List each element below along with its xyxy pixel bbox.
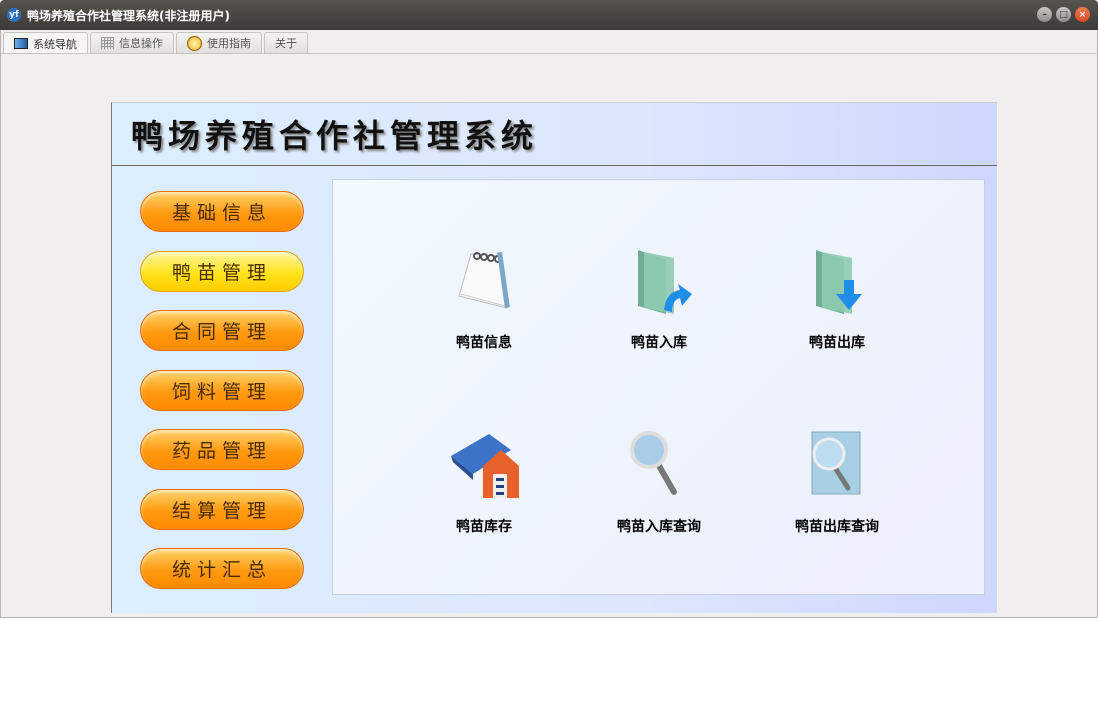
folder-in-icon	[638, 250, 692, 314]
nav-button-medicine[interactable]: 药品管理	[140, 429, 304, 470]
folder-out-icon	[816, 250, 862, 314]
nav-button-contract[interactable]: 合同管理	[140, 310, 304, 351]
minimize-button[interactable]: –	[1037, 7, 1052, 22]
action-duckling-in[interactable]: 鸭苗入库	[579, 246, 739, 352]
tab-guide[interactable]: 使用指南	[176, 32, 262, 53]
action-duckling-stock[interactable]: 鸭苗库存	[404, 430, 564, 536]
maximize-button[interactable]: □	[1056, 7, 1071, 22]
action-duckling-out-query[interactable]: 鸭苗出库查询	[757, 430, 917, 536]
tab-bar: 系统导航 信息操作 使用指南 关于	[3, 32, 308, 54]
nav-button-feed[interactable]: 饲料管理	[140, 370, 304, 411]
title-bar: yf 鸭场养殖合作社管理系统(非注册用户) – □ ×	[0, 0, 1098, 30]
notepad-icon	[458, 251, 510, 309]
tab-label: 系统导航	[33, 37, 77, 51]
action-duckling-out[interactable]: 鸭苗出库	[757, 246, 917, 352]
action-label: 鸭苗入库	[631, 335, 687, 351]
app-icon: yf	[7, 8, 21, 22]
grid-icon	[101, 37, 114, 49]
help-icon	[187, 35, 202, 51]
nav-button-settlement[interactable]: 结算管理	[140, 489, 304, 530]
window-title: 鸭场养殖合作社管理系统(非注册用户)	[27, 8, 230, 23]
action-duckling-in-query[interactable]: 鸭苗入库查询	[579, 430, 739, 536]
action-label: 鸭苗出库	[809, 335, 865, 351]
tab-label: 信息操作	[119, 37, 163, 50]
action-label: 鸭苗入库查询	[617, 519, 701, 535]
tab-info-ops[interactable]: 信息操作	[90, 32, 174, 53]
action-label: 鸭苗出库查询	[795, 519, 879, 535]
magnifier-icon	[630, 431, 677, 495]
nav-button-statistics[interactable]: 统计汇总	[140, 548, 304, 589]
tab-about[interactable]: 关于	[264, 32, 308, 53]
nav-panel: 鸭场养殖合作社管理系统 基础信息 鸭苗管理 合同管理 饲料管理 药品管理 结算管…	[111, 102, 997, 613]
page-title: 鸭场养殖合作社管理系统	[112, 103, 997, 166]
monitor-icon	[14, 38, 28, 49]
close-button[interactable]: ×	[1075, 7, 1090, 22]
warehouse-icon	[451, 434, 519, 498]
action-label: 鸭苗信息	[456, 335, 512, 351]
tab-system-nav[interactable]: 系统导航	[3, 32, 88, 54]
tab-label: 关于	[275, 37, 297, 50]
tab-label: 使用指南	[207, 37, 251, 50]
action-panel: 鸭苗信息 鸭苗入库 鸭苗出库 鸭苗库存 鸭苗入库查询 鸭苗出库查询	[332, 179, 985, 595]
document-search-icon	[811, 431, 861, 495]
action-label: 鸭苗库存	[456, 519, 512, 535]
nav-button-basic-info[interactable]: 基础信息	[140, 191, 304, 232]
nav-button-duckling[interactable]: 鸭苗管理	[140, 251, 304, 292]
action-duckling-info[interactable]: 鸭苗信息	[404, 246, 564, 352]
